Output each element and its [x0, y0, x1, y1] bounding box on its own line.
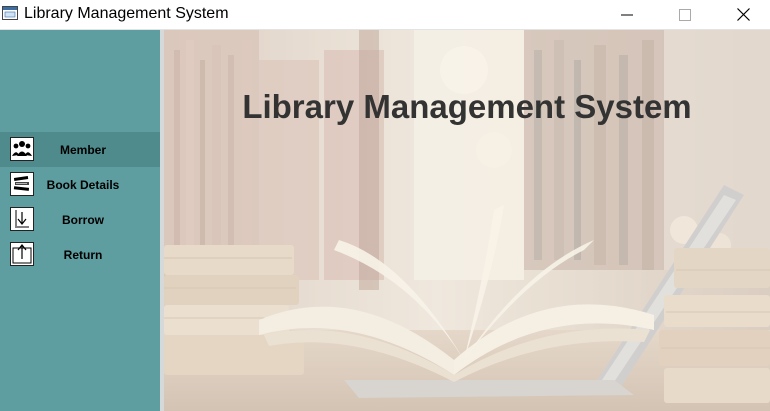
sidebar: Member Book Details Borrow Return — [0, 30, 160, 411]
books-icon — [10, 172, 34, 196]
sidebar-item-label: Member — [59, 143, 106, 157]
maximize-icon — [679, 8, 691, 21]
window-titlebar: Library Management System — [0, 0, 770, 30]
borrow-icon — [10, 207, 34, 231]
close-icon — [736, 8, 750, 21]
minimize-icon — [621, 14, 633, 15]
window-title: Library Management System — [24, 5, 229, 22]
page-title: Library Management System — [242, 88, 692, 125]
return-icon — [10, 242, 34, 266]
sidebar-item-label: Book Details — [46, 178, 120, 192]
sidebar-item-label: Borrow — [62, 213, 104, 227]
minimize-button[interactable] — [604, 0, 650, 29]
sidebar-item-return[interactable]: Return — [0, 237, 160, 272]
app-icon — [2, 6, 18, 20]
maximize-button[interactable] — [662, 0, 708, 29]
main-panel: Library Management System — [164, 30, 770, 411]
sidebar-item-member[interactable]: Member — [0, 132, 160, 167]
members-icon — [10, 137, 34, 161]
sidebar-item-book-details[interactable]: Book Details — [0, 167, 160, 202]
close-button[interactable] — [720, 0, 766, 29]
sidebar-item-label: Return — [63, 248, 103, 262]
sidebar-item-borrow[interactable]: Borrow — [0, 202, 160, 237]
